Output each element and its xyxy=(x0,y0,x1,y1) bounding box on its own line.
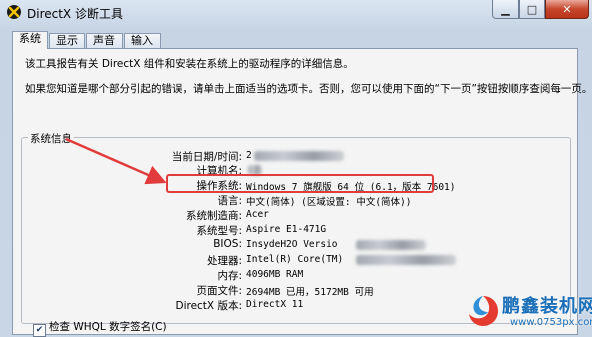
info-row-manufacturer: 系统制造商: Acer xyxy=(22,208,570,222)
os-highlight-box xyxy=(166,174,434,193)
info-row-bios: BIOS: InsydeH2O Versio xyxy=(22,238,570,251)
info-row-language: 语言: 中文(简体) (区域设置: 中文(简体)) xyxy=(22,193,570,208)
system-info-title: 系统信息 xyxy=(28,131,74,146)
tab-sound[interactable]: 声音 xyxy=(86,33,123,48)
directx-diagnostic-window: DirectX 诊断工具 ▁ □ ✕ 系统 显示 声音 输入 该工具报告有关 D… xyxy=(0,0,592,337)
tab-system[interactable]: 系统 xyxy=(12,31,48,49)
info-value: 中文(简体) (区域设置: 中文(简体)) xyxy=(246,197,412,208)
info-value: DirectX 11 xyxy=(246,299,304,310)
maximize-button[interactable]: □ xyxy=(519,0,545,19)
whql-check-option[interactable]: ✔ 检查 WHQL 数字签名(C) xyxy=(33,319,167,337)
tab-display[interactable]: 显示 xyxy=(49,33,85,48)
info-row-datetime: 当前日期/时间: 2 xyxy=(22,149,570,163)
info-value: 2694MB 已用，5172MB 可用 xyxy=(246,287,374,298)
info-value: Acer xyxy=(246,209,269,220)
info-label: 系统制造商: xyxy=(185,210,242,222)
info-label: 内存: xyxy=(217,270,242,282)
info-label: 当前日期/时间: xyxy=(171,151,242,163)
info-value: InsydeH2O Versio xyxy=(246,239,338,250)
info-label: 处理器: xyxy=(206,255,242,267)
info-value: Aspire E1-471G xyxy=(246,224,327,235)
tab-input[interactable]: 输入 xyxy=(124,33,161,48)
close-button[interactable]: ✕ xyxy=(545,0,589,19)
info-row-processor: 处理器: Intel(R) Core(TM) xyxy=(22,253,570,267)
info-value: 2 xyxy=(246,150,252,161)
minimize-icon: ▁ xyxy=(501,2,510,16)
intro-text-line2: 如果您知道是哪个部分引起的错误，请单击上面适当的选项卡。否则，您可以使用下面的“… xyxy=(25,83,592,95)
redacted-blur xyxy=(356,240,426,250)
whql-checkbox[interactable]: ✔ xyxy=(33,324,46,337)
watermark-brand: 鹏鑫装机网 xyxy=(502,296,592,317)
info-value: Intel(R) Core(TM) xyxy=(246,254,344,265)
intro-text-line1: 该工具报告有关 DirectX 组件和安装在系统上的驱动程序的详细信息。 xyxy=(25,58,354,70)
minimize-button[interactable]: ▁ xyxy=(492,0,519,19)
title-bar[interactable]: DirectX 诊断工具 ▁ □ ✕ xyxy=(0,0,592,24)
close-icon: ✕ xyxy=(562,2,572,16)
watermark-logo-icon xyxy=(469,296,498,326)
info-row-model: 系统型号: Aspire E1-471G xyxy=(22,223,570,237)
window-title: DirectX 诊断工具 xyxy=(27,7,123,21)
info-label: BIOS: xyxy=(213,238,242,250)
info-label: DirectX 版本: xyxy=(175,300,242,312)
directx-app-icon xyxy=(7,5,21,19)
info-label: 系统型号: xyxy=(196,225,242,237)
info-value: 4096MB RAM xyxy=(246,269,304,280)
whql-checkbox-label: 检查 WHQL 数字签名(C) xyxy=(49,321,167,333)
info-row-memory: 内存: 4096MB RAM xyxy=(22,268,570,282)
info-label: 语言: xyxy=(217,195,242,207)
site-watermark: 鹏鑫装机网 www.0753px.com xyxy=(466,292,592,332)
redacted-blur xyxy=(356,255,456,265)
redacted-blur xyxy=(254,151,344,161)
maximize-icon: □ xyxy=(526,2,538,16)
watermark-url: www.0753px.com xyxy=(510,317,592,328)
info-label: 页面文件: xyxy=(196,285,242,297)
